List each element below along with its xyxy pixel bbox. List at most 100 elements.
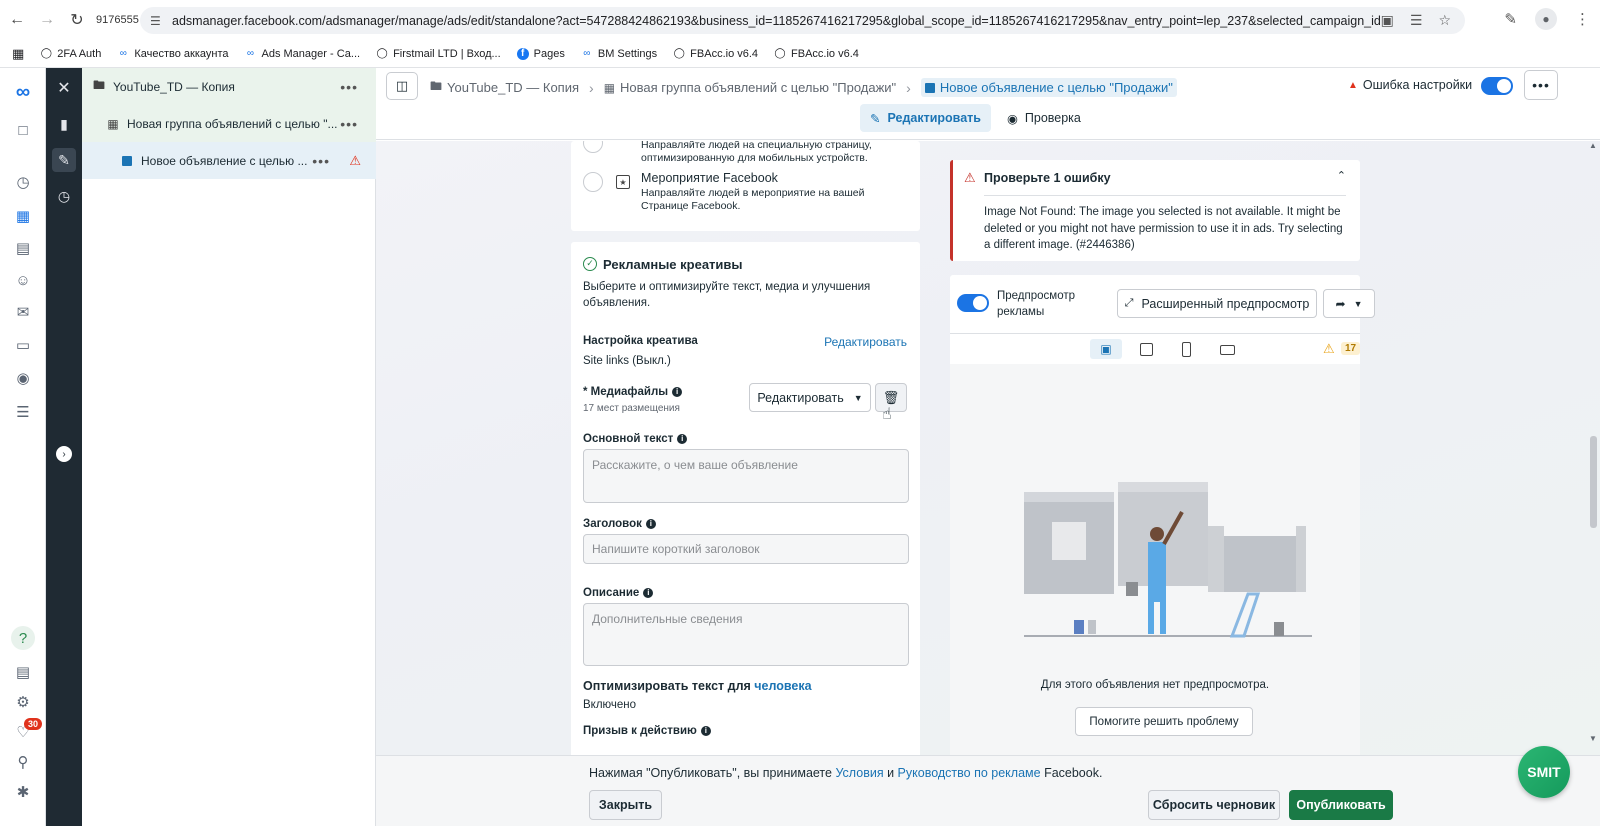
info-icon[interactable]: i [645,519,656,529]
info-icon[interactable]: i [643,588,654,598]
bookmark-account-quality[interactable]: ∞ Качество аккаунта [117,48,229,60]
chart-icon[interactable]: ▮ [52,112,76,136]
crumb-adset[interactable]: ▦ Новая группа объявлений с целью "Продаж… [604,80,896,95]
toggle-panel-icon[interactable]: ◫ [386,72,418,100]
ad-on-off-toggle[interactable] [1481,77,1513,95]
publish-button[interactable]: Опубликовать [1289,790,1393,820]
bookmark-pages[interactable]: f Pages [516,47,565,60]
caret-down-icon: ▼ [1353,298,1363,309]
tree-item-campaign[interactable]: 🖿 YouTube_TD — Копия ••• [82,68,376,105]
optimize-text-link[interactable]: человека [754,679,811,693]
install-icon[interactable]: ▣ [1381,12,1394,29]
business-icon[interactable]: ◉ [11,366,35,390]
tab-edit[interactable]: ✎ Редактировать [860,104,991,132]
tree-item-ad[interactable]: Новое объявление с целью ... ••• ⚠ [82,142,376,179]
more-icon[interactable]: ••• [1524,70,1558,100]
close-icon[interactable]: ✕ [52,76,76,100]
device-mobile-icon[interactable] [1182,342,1191,357]
error-triangle-icon: ▲ [1348,79,1358,91]
info-icon[interactable]: i [700,726,711,736]
scrollbar-thumb[interactable] [1590,436,1597,528]
globe-icon: ◯ [673,48,685,59]
home-icon[interactable]: □ [11,118,35,142]
tree-item-adset[interactable]: ▦ Новая группа объявлений с целью "... •… [82,105,376,142]
collapse-chevron-icon[interactable]: ⌃ [1337,169,1346,182]
pages-icon[interactable]: ▤ [11,236,35,260]
profile-icon[interactable]: ● [1535,8,1557,30]
preview-toggle-label: Предпросмотр рекламы [997,290,1075,318]
meta-icon: ∞ [583,48,591,59]
url-text[interactable]: adsmanager.facebook.com/adsmanager/manag… [172,14,1381,28]
description-label-row: Описание i [583,585,654,599]
warning-count-badge: 17 [1341,342,1361,355]
bookmark-2fa[interactable]: ◯ 2FA Auth [40,48,102,60]
scroll-down-icon[interactable]: ▼ [1589,734,1597,743]
ad-policy-link[interactable]: Руководство по рекламе [898,766,1041,780]
crumb-ad[interactable]: Новое объявление с целью "Продажи" [920,78,1177,97]
menu-icon[interactable]: ⋮ [1575,10,1590,28]
radio-instant-experience[interactable] [583,141,603,153]
expand-icon[interactable]: › [56,446,72,462]
apps-icon[interactable]: ▦ [12,46,24,62]
search-icon[interactable]: ⚲ [11,750,35,774]
media-edit-dropdown[interactable]: Редактировать ▼ [749,383,871,412]
help-solve-button[interactable]: Помогите решить проблему [1075,707,1253,736]
meta-logo-icon[interactable]: ∞ [11,80,35,104]
device-square-icon[interactable] [1140,343,1153,356]
address-bar[interactable]: ☰ adsmanager.facebook.com/adsmanager/man… [140,7,1465,34]
preview-toggle[interactable] [957,294,989,312]
bookmark-firstmail[interactable]: ◯ Firstmail LTD | Вход... [376,48,500,60]
info-icon[interactable]: i [672,387,683,397]
news-icon[interactable]: ▤ [11,660,35,684]
description-input[interactable]: Дополнительные сведения [583,603,909,666]
bookmark-ads-manager[interactable]: ∞ Ads Manager - Са... [245,48,360,60]
extensions-icon[interactable]: ✎ [1504,10,1517,28]
preview-body: Для этого объявления нет предпросмотра. … [950,364,1360,755]
ads-manager-icon[interactable]: ▦ [11,204,35,228]
billing-icon[interactable]: ▭ [11,333,35,357]
facebook-icon: f [516,47,529,60]
terms-link[interactable]: Условия [835,766,883,780]
dashboard-icon[interactable]: ◷ [11,170,35,194]
more-icon[interactable]: ••• [340,79,358,95]
reload-icon[interactable]: ↻ [64,7,90,33]
radio-facebook-event[interactable] [583,172,603,192]
content-scrollbar[interactable]: ▲ ▼ [1586,141,1600,755]
history-icon[interactable]: ◷ [52,184,76,208]
advanced-preview-button[interactable]: ⤢ Расширенный предпросмотр [1117,289,1317,318]
star-icon[interactable]: ☆ [1438,12,1451,29]
headline-input[interactable]: Напишите короткий заголовок [583,534,909,564]
warning-icon: ⚠ [964,170,976,185]
settings-icon[interactable]: ⚙ [11,690,35,714]
device-landscape-icon[interactable] [1220,345,1235,355]
bug-report-icon[interactable]: ✱ [11,780,35,804]
translate-icon[interactable]: ☰ [1410,12,1423,29]
campaigns-icon[interactable]: ✉ [11,300,35,324]
help-icon[interactable]: ? [11,626,35,650]
bookmark-bm-settings[interactable]: ∞ BM Settings [581,48,657,60]
bookmark-fbacc-2[interactable]: ◯ FBAcc.io v6.4 [774,48,858,60]
site-info-icon[interactable]: ☰ [150,14,164,28]
more-icon[interactable]: ••• [340,116,358,132]
close-button[interactable]: Закрыть [589,790,662,820]
share-icon: ➦ [1335,296,1346,311]
more-icon[interactable]: ••• [312,153,330,169]
back-icon[interactable]: ← [4,7,30,33]
share-dropdown[interactable]: ➦ ▼ [1323,289,1375,318]
audiences-icon[interactable]: ☺ [11,268,35,292]
creative-setup-edit-link[interactable]: Редактировать [824,335,907,349]
edit-icon[interactable]: ✎ [52,148,76,172]
crumb-campaign[interactable]: 🖿 YouTube_TD — Копия [430,77,579,98]
section-subtitle: Выберите и оптимизируйте текст, медиа и … [583,281,871,309]
all-tools-icon[interactable]: ☰ [11,400,35,424]
scroll-up-icon[interactable]: ▲ [1589,141,1597,150]
primary-text-input[interactable]: Расскажите, о чем ваше объявление [583,449,909,503]
tab-review[interactable]: ◉ Проверка [997,104,1091,132]
forward-icon[interactable]: → [34,7,60,33]
info-icon[interactable]: i [677,434,688,444]
device-all-icon[interactable]: ▣ [1090,339,1122,359]
bookmark-fbacc-1[interactable]: ◯ FBAcc.io v6.4 [673,48,758,60]
reset-draft-button[interactable]: Сбросить черновик [1148,790,1280,820]
editor-header: ◫ 🖿 YouTube_TD — Копия › ▦ Новая группа об… [376,68,1600,140]
warning-icon: ⚠ [1323,341,1335,356]
